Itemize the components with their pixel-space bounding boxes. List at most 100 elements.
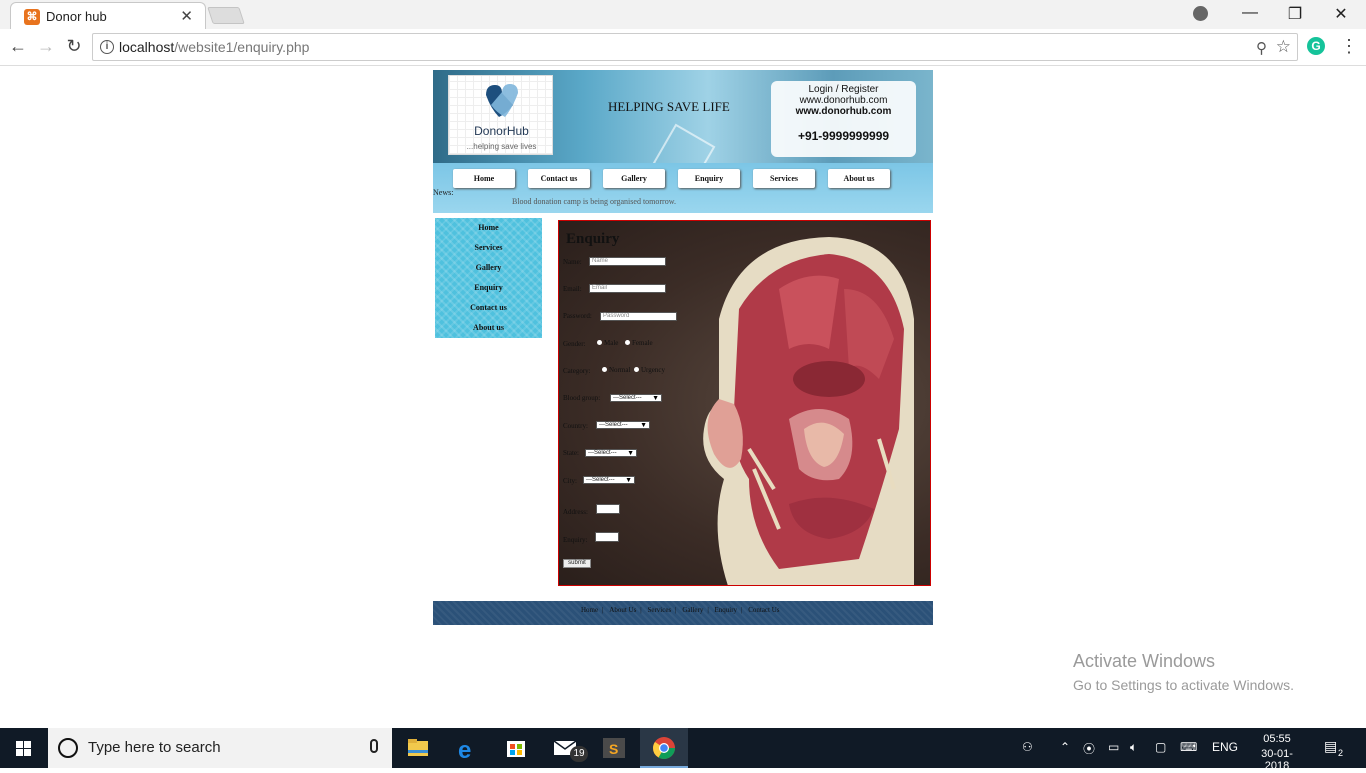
enquiry-label: Enquiry: bbox=[563, 536, 588, 544]
sidebar-item-home[interactable]: Home bbox=[435, 223, 542, 232]
svg-text:S: S bbox=[609, 741, 618, 757]
display-icon[interactable]: ▢ bbox=[1155, 740, 1166, 754]
sidebar-menu: Home Services Gallery Enquiry Contact us… bbox=[435, 218, 542, 338]
page-footer: Home | About Us | Services | Gallery | Enqui… bbox=[433, 601, 933, 625]
info-icon[interactable]: i bbox=[100, 40, 114, 54]
gender-female-label: Female bbox=[632, 339, 653, 347]
address-textarea[interactable] bbox=[596, 504, 620, 514]
sidebar-item-about-us[interactable]: About us bbox=[435, 323, 542, 332]
password-input[interactable]: Password bbox=[600, 312, 677, 321]
site-logo[interactable]: DonorHub ...helping save lives bbox=[448, 75, 553, 155]
page-container: DonorHub ...helping save lives HELPING S… bbox=[433, 70, 933, 625]
news-label: News: bbox=[433, 188, 454, 197]
sidebar-item-services[interactable]: Services bbox=[435, 243, 542, 252]
reload-icon[interactable]: ↻ bbox=[62, 36, 86, 57]
chrome-icon[interactable] bbox=[640, 728, 688, 768]
show-hidden-icons-icon[interactable]: ⌃ bbox=[1060, 740, 1070, 754]
country-select[interactable]: ---Select--- ▼ bbox=[596, 421, 650, 429]
action-center-icon[interactable]: ▤ bbox=[1324, 738, 1337, 755]
battery-icon[interactable]: ▭ bbox=[1108, 740, 1119, 754]
microphone-icon[interactable] bbox=[370, 739, 378, 753]
address-bar[interactable]: i localhost/website1/enquiry.php ⚲ ☆ bbox=[92, 33, 1298, 61]
minimize-icon[interactable]: — bbox=[1230, 4, 1270, 22]
category-normal-radio[interactable] bbox=[602, 367, 607, 372]
country-label: Country: bbox=[563, 422, 588, 430]
gender-male-radio[interactable] bbox=[597, 340, 602, 345]
url-text[interactable]: localhost/website1/enquiry.php bbox=[119, 39, 309, 55]
profile-icon[interactable] bbox=[1193, 6, 1208, 21]
footer-separator: | bbox=[602, 606, 604, 614]
blood-group-select[interactable]: ---Select--- ▼ bbox=[610, 394, 662, 402]
taskbar-search-placeholder: Type here to search bbox=[88, 739, 221, 756]
people-icon[interactable]: ⚇ bbox=[1022, 740, 1033, 754]
category-label: Category: bbox=[563, 367, 591, 375]
forward-icon[interactable]: → bbox=[34, 36, 58, 57]
state-label: State: bbox=[563, 449, 579, 457]
network-icon[interactable]: ⦿ bbox=[1083, 740, 1095, 757]
website-text-bold: www.donorhub.com bbox=[795, 106, 892, 117]
zoom-icon[interactable]: ⚲ bbox=[1256, 39, 1267, 57]
category-urgency-label: Urgency bbox=[641, 366, 665, 374]
phone-number: +91-9999999999 bbox=[797, 129, 890, 143]
nav-contact-us[interactable]: Contact us bbox=[528, 169, 590, 188]
edge-browser-icon[interactable]: e bbox=[444, 728, 492, 768]
new-tab-button[interactable] bbox=[207, 7, 245, 24]
anatomy-head-image bbox=[703, 237, 914, 585]
footer-link-home[interactable]: Home bbox=[581, 606, 598, 614]
submit-button[interactable]: submit bbox=[563, 559, 591, 568]
xampp-favicon-icon: ⌘ bbox=[24, 9, 40, 25]
grammarly-extension-icon[interactable]: G bbox=[1307, 37, 1325, 55]
activate-windows-title: Activate Windows bbox=[1073, 651, 1216, 671]
file-explorer-icon[interactable] bbox=[394, 728, 442, 768]
tab-close-icon[interactable]: ✕ bbox=[180, 7, 193, 25]
language-indicator[interactable]: ENG bbox=[1212, 740, 1238, 754]
nav-about-us[interactable]: About us bbox=[828, 169, 890, 188]
gender-male-label: Male bbox=[604, 339, 619, 347]
password-label: Password: bbox=[563, 312, 592, 320]
footer-separator: | bbox=[707, 606, 709, 614]
email-input[interactable]: Email bbox=[589, 284, 666, 293]
header-banner: DonorHub ...helping save lives HELPING S… bbox=[433, 70, 933, 163]
browser-toolbar: ← → ↻ i localhost/website1/enquiry.php ⚲… bbox=[0, 29, 1366, 66]
store-icon[interactable] bbox=[492, 728, 540, 768]
sidebar-item-gallery[interactable]: Gallery bbox=[435, 263, 542, 272]
bookmark-star-icon[interactable]: ☆ bbox=[1276, 37, 1291, 57]
keyboard-icon[interactable]: ⌨ bbox=[1180, 740, 1197, 754]
nav-gallery[interactable]: Gallery bbox=[603, 169, 665, 188]
nav-enquiry[interactable]: Enquiry bbox=[678, 169, 740, 188]
footer-link-about-us[interactable]: About Us bbox=[609, 606, 636, 614]
volume-icon[interactable]: 🔈︎ bbox=[1130, 740, 1137, 755]
clock-time[interactable]: 05:55 bbox=[1262, 733, 1292, 745]
start-button[interactable] bbox=[0, 728, 48, 768]
state-select[interactable]: ---Select--- ▼ bbox=[585, 449, 637, 457]
name-input[interactable]: Name bbox=[589, 257, 666, 266]
gender-female-radio[interactable] bbox=[625, 340, 630, 345]
nav-home[interactable]: Home bbox=[453, 169, 515, 188]
footer-link-gallery[interactable]: Gallery bbox=[682, 606, 703, 614]
clock-date[interactable]: 30-01-2018 bbox=[1250, 748, 1304, 772]
window-close-icon[interactable]: ✕ bbox=[1321, 4, 1361, 24]
nav-services[interactable]: Services bbox=[753, 169, 815, 188]
browser-tabstrip: ⌘ Donor hub ✕ — ❐ ✕ bbox=[0, 0, 1366, 29]
footer-link-contact-us[interactable]: Contact Us bbox=[748, 606, 779, 614]
back-icon[interactable]: ← bbox=[6, 36, 30, 57]
category-urgency-radio[interactable] bbox=[634, 367, 639, 372]
dropdown-arrow-icon: ▼ bbox=[640, 422, 647, 429]
name-label: Name: bbox=[563, 258, 582, 266]
footer-link-enquiry[interactable]: Enquiry bbox=[714, 606, 737, 614]
sidebar-item-contact-us[interactable]: Contact us bbox=[435, 303, 542, 312]
restore-icon[interactable]: ❐ bbox=[1275, 4, 1315, 24]
login-register-link[interactable]: Login / Register bbox=[771, 84, 916, 95]
category-normal-label: Normal bbox=[609, 366, 631, 374]
city-select[interactable]: ---Select--- ▼ bbox=[583, 476, 635, 484]
taskbar-search[interactable]: Type here to search bbox=[48, 728, 392, 768]
footer-link-services[interactable]: Services bbox=[647, 606, 671, 614]
browser-tab[interactable]: ⌘ Donor hub ✕ bbox=[10, 2, 206, 29]
sidebar-item-enquiry[interactable]: Enquiry bbox=[435, 283, 542, 292]
footer-separator: | bbox=[675, 606, 677, 614]
mail-badge: 19 bbox=[570, 746, 588, 762]
chrome-menu-icon[interactable]: ⋮ bbox=[1340, 36, 1358, 57]
sublime-text-icon[interactable]: S bbox=[590, 728, 638, 768]
dropdown-arrow-icon: ▼ bbox=[627, 450, 634, 457]
enquiry-textarea[interactable] bbox=[595, 532, 619, 542]
